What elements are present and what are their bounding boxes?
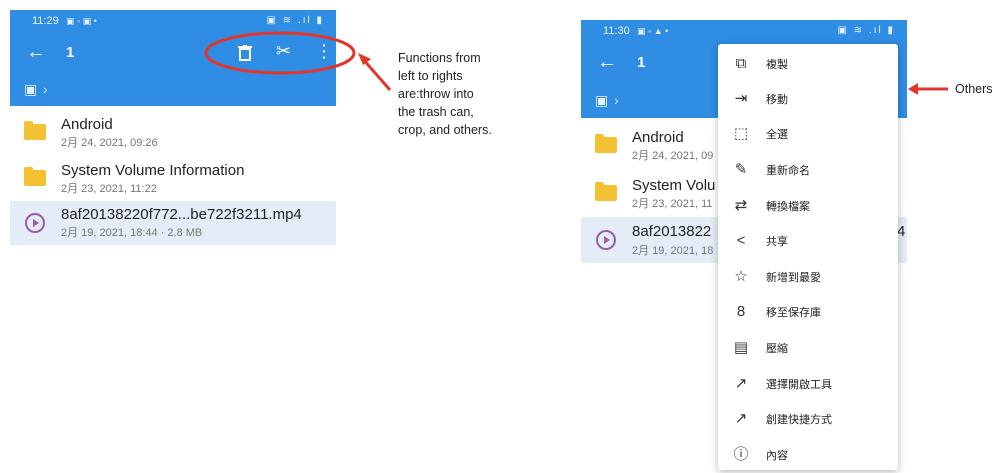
- status-notification-icons: ▣ ◦ ▣ •: [66, 16, 97, 26]
- file-name: Android: [61, 116, 113, 133]
- shortcut-icon: ↗: [734, 410, 748, 427]
- folder-icon: [595, 134, 617, 153]
- annotation-line: crop, and others.: [398, 123, 492, 137]
- menu-item-label: 移動: [766, 94, 788, 106]
- file-name: Android: [632, 129, 684, 146]
- rename-icon: ✎: [734, 161, 748, 178]
- path-chevron-icon: ›: [43, 81, 48, 97]
- selection-count: 1: [637, 54, 646, 71]
- file-name: System Volu: [632, 177, 716, 194]
- menu-item-label: 移至保存庫: [766, 307, 821, 319]
- annotation-text: Functions from left to rights are:throw …: [398, 49, 492, 139]
- status-notification-icons: ▣ ◦ ▲ •: [637, 26, 669, 36]
- menu-item-share[interactable]: < 共享: [718, 223, 898, 259]
- menu-item-label: 全選: [766, 129, 788, 141]
- compress-icon: ▤: [733, 339, 749, 356]
- file-meta: 2月 23, 2021, 11:22: [61, 183, 157, 195]
- menu-item-favorite[interactable]: ☆ 新增到最愛: [718, 259, 898, 295]
- file-name: System Volume Information: [61, 162, 245, 179]
- list-item[interactable]: Android 2月 24, 2021, 09:26: [10, 111, 336, 155]
- menu-item-label: 轉換檔案: [766, 201, 810, 213]
- folder-icon: [24, 167, 46, 186]
- info-icon: ⓘ: [733, 446, 749, 463]
- convert-icon: ⇄: [734, 197, 748, 214]
- folder-icon: [595, 182, 617, 201]
- status-time: 11:29: [32, 15, 59, 27]
- menu-item-label: 壓縮: [766, 343, 788, 355]
- arrow-head-icon: [908, 83, 918, 95]
- menu-item-move[interactable]: ⇥ 移動: [718, 81, 898, 117]
- menu-item-label: 選擇開啟工具: [766, 379, 832, 391]
- status-bar: 11:30 ▣ ◦ ▲ • ▣ ≋ .ıl ▮: [581, 20, 907, 42]
- video-file-icon: [25, 213, 45, 233]
- menu-item-shortcut[interactable]: ↗ 創建快捷方式: [718, 401, 898, 437]
- annotation-line: the trash can,: [398, 105, 474, 119]
- arrow-head-icon: [358, 53, 371, 65]
- file-meta: 2月 24, 2021, 09:26: [61, 137, 158, 149]
- menu-item-label: 複製: [766, 59, 788, 71]
- file-meta: 2月 23, 2021, 11: [632, 198, 713, 210]
- move-icon: ⇥: [734, 90, 748, 107]
- star-icon: ☆: [734, 268, 748, 285]
- menu-item-compress[interactable]: ▤ 壓縮: [718, 330, 898, 366]
- menu-item-vault[interactable]: 8 移至保存庫: [718, 294, 898, 330]
- folder-icon: [24, 121, 46, 140]
- menu-item-select-all[interactable]: ⬚ 全選: [718, 116, 898, 152]
- vault-icon: 8: [736, 303, 746, 320]
- file-name: 8af2013822: [632, 223, 712, 240]
- menu-item-label: 重新命名: [766, 165, 810, 177]
- selection-count: 1: [66, 44, 75, 61]
- file-meta: 2月 24, 2021, 09: [632, 150, 714, 162]
- menu-item-properties[interactable]: ⓘ 內容: [718, 437, 898, 473]
- annotation-line: are:throw into: [398, 87, 474, 101]
- annotation-line: left to rights: [398, 69, 463, 83]
- menu-item-open-with[interactable]: ↗ 選擇開啟工具: [718, 366, 898, 402]
- file-name-tail: 4: [897, 223, 906, 240]
- open-with-icon: ↗: [734, 375, 748, 392]
- annotation-highlight: [204, 31, 392, 91]
- annotation-line: Functions from: [398, 51, 481, 65]
- menu-item-rename[interactable]: ✎ 重新命名: [718, 152, 898, 188]
- annotation-others-label: Others: [955, 82, 993, 96]
- file-meta: 2月 19, 2021, 18: [632, 245, 714, 257]
- usb-storage-icon[interactable]: ▣: [24, 81, 37, 98]
- annotation-arrow-right: [908, 83, 948, 95]
- list-item-selected[interactable]: 8af20138220f772...be722f3211.mp4 2月 19, …: [10, 201, 336, 245]
- context-menu: ⧉ 複製 ⇥ 移動 ⬚ 全選 ✎ 重新命名 ⇄ 轉換檔案 < 共享 ☆ 新增到最…: [718, 44, 898, 470]
- select-all-icon: ⬚: [733, 125, 749, 142]
- menu-item-label: 共享: [766, 236, 788, 248]
- path-chevron-icon: ›: [614, 92, 619, 108]
- file-name: 8af20138220f772...be722f3211.mp4: [61, 206, 302, 223]
- list-item[interactable]: System Volume Information 2月 23, 2021, 1…: [10, 157, 336, 201]
- usb-storage-icon[interactable]: ▣: [595, 92, 608, 109]
- menu-item-convert[interactable]: ⇄ 轉換檔案: [718, 188, 898, 224]
- status-system-icons: ▣ ≋ .ıl ▮: [837, 25, 895, 36]
- menu-item-copy[interactable]: ⧉ 複製: [718, 46, 898, 82]
- annotation-arrow: [360, 57, 392, 91]
- highlight-ellipse: [204, 31, 356, 75]
- menu-item-label: 創建快捷方式: [766, 414, 832, 426]
- file-meta: 2月 19, 2021, 18:44 · 2.8 MB: [61, 227, 203, 239]
- back-arrow-icon[interactable]: ←: [26, 42, 46, 62]
- menu-item-label: 內容: [766, 450, 788, 462]
- copy-icon: ⧉: [735, 55, 747, 72]
- share-icon: <: [736, 232, 746, 249]
- back-arrow-icon[interactable]: ←: [597, 52, 617, 72]
- menu-item-label: 新增到最愛: [766, 272, 821, 284]
- video-file-icon: [596, 230, 616, 250]
- status-time: 11:30: [603, 25, 630, 37]
